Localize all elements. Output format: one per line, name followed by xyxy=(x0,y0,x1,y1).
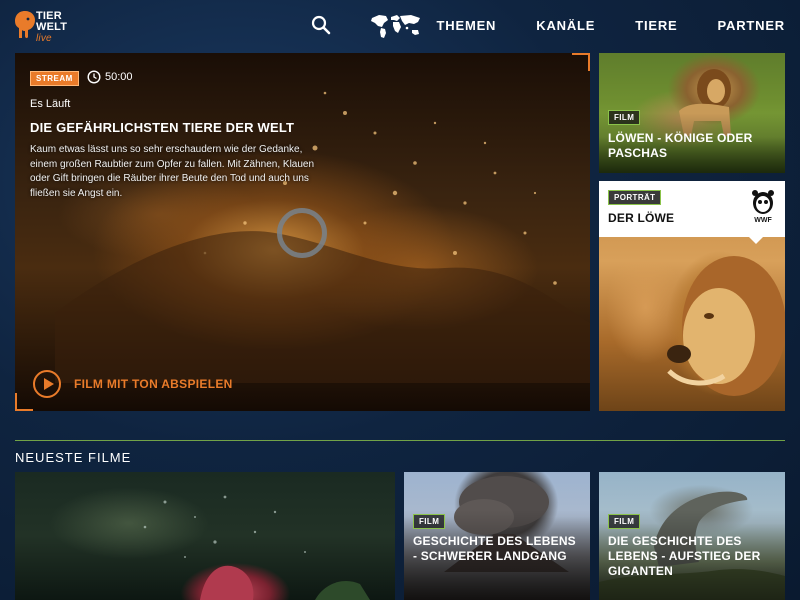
world-map-icon[interactable] xyxy=(369,12,423,40)
tierwelt-logo[interactable]: TIER WELT live xyxy=(14,10,84,44)
card-title: DIE GESCHICHTE DES LEBENS - AUFSTIEG DER… xyxy=(608,534,761,578)
card-title: DER LÖWE xyxy=(608,211,675,225)
film-badge: FILM xyxy=(608,514,641,529)
film-tile[interactable] xyxy=(15,472,395,600)
film-tile-aufstieg-der-giganten[interactable]: FILM DIE GESCHICHTE DES LEBENS - AUFSTIE… xyxy=(599,472,785,600)
frame-corner xyxy=(15,409,33,411)
now-playing-label: Es Läuft xyxy=(30,98,71,110)
play-icon xyxy=(33,370,61,398)
play-with-sound-label: FILM MIT TON ABSPIELEN xyxy=(74,377,233,391)
hero-video-player[interactable]: STREAM 50:00 Es Läuft DIE GEFÄHRLICHSTEN… xyxy=(15,53,590,411)
section-title: NEUESTE FILME xyxy=(15,450,132,465)
clock-icon xyxy=(87,70,101,84)
panda-icon xyxy=(752,190,774,214)
film-tile-schwerer-landgang[interactable]: FILM GESCHICHTE DES LEBENS - SCHWERER LA… xyxy=(404,472,590,600)
card-title: LÖWEN - KÖNIGE ODER PASCHAS xyxy=(608,131,753,160)
duration-label: 50:00 xyxy=(105,71,133,83)
stream-badge: STREAM xyxy=(30,71,79,86)
card-title: GESCHICHTE DES LEBENS - SCHWERER LANDGAN… xyxy=(413,534,576,563)
film-badge: FILM xyxy=(608,110,641,125)
film-thumbnail-image xyxy=(143,495,370,600)
nav-item-partner[interactable]: PARTNER xyxy=(718,18,785,33)
main-navigation: THEMEN KANÄLE TIERE PARTNER xyxy=(437,18,785,33)
hero-description: Kaum etwas lässt uns so sehr erschaudern… xyxy=(30,144,315,199)
loading-spinner-icon xyxy=(277,208,327,258)
nav-item-themen[interactable]: THEMEN xyxy=(437,18,497,33)
portrait-card-der-loewe[interactable]: PORTRÄT DER LÖWE WWF xyxy=(599,181,785,411)
logo-line-2: WELT xyxy=(36,21,68,33)
play-with-sound-button[interactable]: FILM MIT TON ABSPIELEN xyxy=(33,370,233,398)
nav-item-tiere[interactable]: TIERE xyxy=(635,18,677,33)
frame-corner xyxy=(588,53,590,71)
hero-title: DIE GEFÄHRLICHSTEN TIERE DER WELT xyxy=(30,120,295,135)
film-badge: FILM xyxy=(413,514,446,529)
logo-line-3: live xyxy=(36,33,52,44)
portrait-badge: PORTRÄT xyxy=(608,190,662,205)
section-divider xyxy=(15,440,785,441)
logo-wordmark: TIER WELT live xyxy=(36,11,68,45)
header: TIER WELT live THEMEN KANÄLE TIERE PARTN… xyxy=(0,0,800,50)
frame-corner xyxy=(15,393,17,411)
wwf-wordmark: WWF xyxy=(754,217,772,224)
elephant-logo-icon xyxy=(15,11,35,39)
lion-portrait-image xyxy=(667,256,785,396)
search-icon[interactable] xyxy=(310,14,332,36)
nav-item-kanaele[interactable]: KANÄLE xyxy=(536,18,595,33)
card-notch xyxy=(749,237,763,244)
wwf-logo: WWF xyxy=(749,189,777,227)
film-card-loewen[interactable]: FILM LÖWEN - KÖNIGE ODER PASCHAS xyxy=(599,53,785,173)
